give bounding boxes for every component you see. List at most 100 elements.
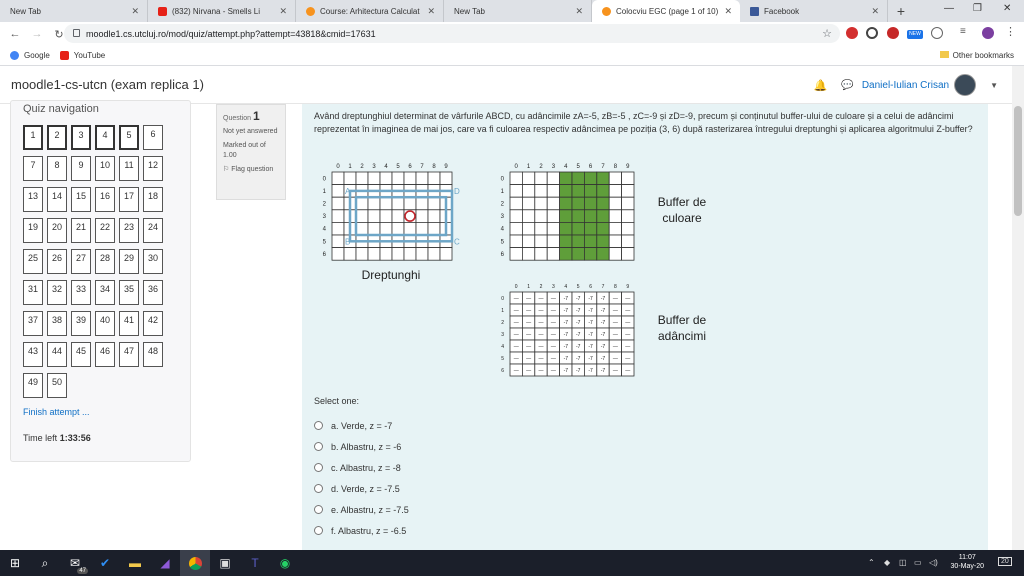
question-nav-button[interactable]: 22 xyxy=(95,218,115,243)
answer-option-a[interactable]: a. Verde, z = -7 xyxy=(314,415,409,436)
playlist-icon[interactable]: ≡ xyxy=(960,26,972,38)
close-tab-icon[interactable]: ✕ xyxy=(279,6,287,17)
question-nav-button[interactable]: 38 xyxy=(47,311,67,336)
todo-icon[interactable]: ✔ xyxy=(90,550,120,576)
battery-icon[interactable]: ▭ xyxy=(914,558,922,567)
question-nav-button[interactable]: 46 xyxy=(95,342,115,367)
question-nav-button[interactable]: 24 xyxy=(143,218,163,243)
visual-studio-icon[interactable]: ◢ xyxy=(150,550,180,576)
question-nav-button[interactable]: 30 xyxy=(143,249,163,274)
new-tab-button[interactable]: + xyxy=(888,0,914,22)
notification-center-icon[interactable]: 20 xyxy=(998,557,1012,566)
question-nav-button[interactable]: 2 xyxy=(47,125,67,150)
question-nav-button[interactable]: 27 xyxy=(71,249,91,274)
flag-question[interactable]: ⚐ Flag question xyxy=(223,165,279,175)
question-nav-button[interactable]: 36 xyxy=(143,280,163,305)
question-nav-button[interactable]: 48 xyxy=(143,342,163,367)
browser-tab[interactable]: Course: Arhitectura Calculat ✕ xyxy=(296,0,444,22)
messages-icon[interactable]: 💬 xyxy=(841,80,853,91)
radio-button[interactable] xyxy=(314,505,323,514)
radio-button[interactable] xyxy=(314,526,323,535)
photos-icon[interactable]: ▣ xyxy=(210,550,240,576)
question-nav-button[interactable]: 50 xyxy=(47,373,67,398)
close-tab-icon[interactable]: ✕ xyxy=(724,6,732,17)
page-scrollbar[interactable] xyxy=(1012,66,1024,550)
adblock-icon[interactable] xyxy=(846,27,858,39)
browser-tab-active[interactable]: Colocviu EGC (page 1 of 10) ✕ xyxy=(592,0,740,22)
back-icon[interactable]: ← xyxy=(8,28,22,40)
answer-option-f[interactable]: f. Albastru, z = -6.5 xyxy=(314,520,409,541)
maximize-icon[interactable]: ❐ xyxy=(973,3,982,14)
question-nav-button[interactable]: 47 xyxy=(119,342,139,367)
chrome-icon[interactable] xyxy=(180,550,210,576)
question-nav-button[interactable]: 16 xyxy=(95,187,115,212)
radio-button[interactable] xyxy=(314,421,323,430)
question-nav-button[interactable]: 8 xyxy=(47,156,67,181)
menu-dots-icon[interactable]: ⋮ xyxy=(1005,25,1017,38)
question-nav-button[interactable]: 45 xyxy=(71,342,91,367)
question-nav-button[interactable]: 40 xyxy=(95,311,115,336)
question-nav-button[interactable]: 6 xyxy=(143,125,163,150)
teams-icon[interactable]: T xyxy=(240,550,270,576)
bookmark-google[interactable]: Google xyxy=(10,51,50,60)
radio-button[interactable] xyxy=(314,484,323,493)
question-nav-button[interactable]: 10 xyxy=(95,156,115,181)
question-nav-button[interactable]: 35 xyxy=(119,280,139,305)
volume-icon[interactable]: ◁) xyxy=(929,558,938,567)
question-nav-button[interactable]: 42 xyxy=(143,311,163,336)
question-nav-button[interactable]: 5 xyxy=(119,125,139,150)
close-tab-icon[interactable]: ✕ xyxy=(131,6,139,17)
chevron-down-icon[interactable]: ▼ xyxy=(990,81,998,90)
windows-start-icon[interactable]: ⊞ xyxy=(0,550,30,576)
question-nav-button[interactable]: 1 xyxy=(23,125,43,150)
question-nav-button[interactable]: 44 xyxy=(47,342,67,367)
question-nav-button[interactable]: 17 xyxy=(119,187,139,212)
question-nav-button[interactable]: 9 xyxy=(71,156,91,181)
question-nav-button[interactable]: 49 xyxy=(23,373,43,398)
question-nav-button[interactable]: 33 xyxy=(71,280,91,305)
question-nav-button[interactable]: 31 xyxy=(23,280,43,305)
question-nav-button[interactable]: 26 xyxy=(47,249,67,274)
question-nav-button[interactable]: 37 xyxy=(23,311,43,336)
close-tab-icon[interactable]: ✕ xyxy=(575,6,583,17)
file-explorer-icon[interactable]: ▬ xyxy=(120,550,150,576)
question-nav-button[interactable]: 41 xyxy=(119,311,139,336)
new-badge-icon[interactable]: NEW xyxy=(907,30,923,39)
question-nav-button[interactable]: 19 xyxy=(23,218,43,243)
question-nav-button[interactable]: 12 xyxy=(143,156,163,181)
extension-icon[interactable] xyxy=(931,27,943,39)
question-nav-button[interactable]: 14 xyxy=(47,187,67,212)
user-name[interactable]: Daniel-Iulian Crisan xyxy=(862,80,949,91)
mail-icon[interactable]: ✉ 47 xyxy=(60,550,90,576)
question-nav-button[interactable]: 25 xyxy=(23,249,43,274)
site-name[interactable]: moodle1-cs-utcn (exam replica 1) xyxy=(11,77,204,92)
question-nav-button[interactable]: 28 xyxy=(95,249,115,274)
other-bookmarks[interactable]: Other bookmarks xyxy=(939,51,1014,60)
search-icon[interactable]: ⌕ xyxy=(30,550,60,576)
bookmark-youtube[interactable]: YouTube xyxy=(59,51,105,60)
minimize-icon[interactable]: — xyxy=(944,3,954,14)
user-menu[interactable]: 🔔 💬 Daniel-Iulian Crisan ▼ xyxy=(814,74,998,96)
question-nav-button[interactable]: 15 xyxy=(71,187,91,212)
answer-option-c[interactable]: c. Albastru, z = -8 xyxy=(314,457,409,478)
network-icon[interactable]: ◫ xyxy=(899,558,907,567)
bookmark-star-icon[interactable]: ☆ xyxy=(822,27,832,40)
profile-icon[interactable] xyxy=(982,27,994,39)
scrollbar-thumb[interactable] xyxy=(1014,106,1022,216)
tray-chevron-icon[interactable]: ⌃ xyxy=(868,558,875,567)
question-nav-button[interactable]: 3 xyxy=(71,125,91,150)
question-nav-button[interactable]: 7 xyxy=(23,156,43,181)
question-nav-button[interactable]: 43 xyxy=(23,342,43,367)
answer-option-e[interactable]: e. Albastru, z = -7.5 xyxy=(314,499,409,520)
question-nav-button[interactable]: 39 xyxy=(71,311,91,336)
avatar[interactable] xyxy=(954,74,977,96)
question-nav-button[interactable]: 32 xyxy=(47,280,67,305)
whatsapp-icon[interactable]: ◉ xyxy=(270,550,300,576)
browser-tab[interactable]: New Tab ✕ xyxy=(444,0,592,22)
forward-icon[interactable]: → xyxy=(30,28,44,40)
question-nav-button[interactable]: 11 xyxy=(119,156,139,181)
question-nav-button[interactable]: 29 xyxy=(119,249,139,274)
radio-button[interactable] xyxy=(314,442,323,451)
browser-tab[interactable]: New Tab ✕ xyxy=(0,0,148,22)
close-window-icon[interactable]: ✕ xyxy=(1003,3,1011,14)
